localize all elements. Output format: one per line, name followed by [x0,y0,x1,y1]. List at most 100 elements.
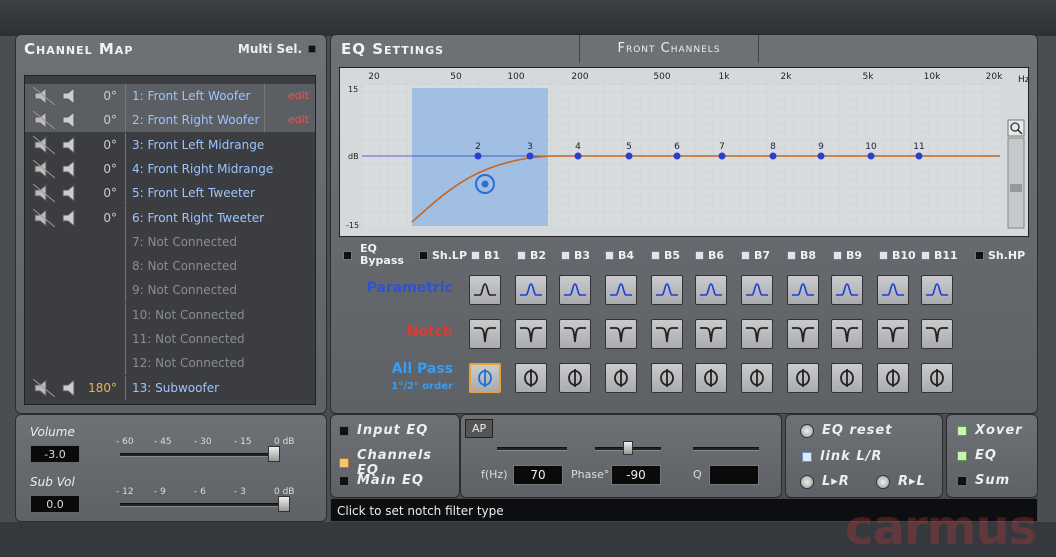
notch-filter-button[interactable] [559,319,591,349]
fhz-slider[interactable] [497,447,567,451]
parametric-filter-button[interactable] [651,275,683,305]
channel-phase[interactable]: 0° [83,113,123,127]
channel-row[interactable]: 0° 1: Front Left Woofer edit [25,84,315,108]
channel-row[interactable]: 0° 6: Front Right Tweeter [25,205,315,230]
channel-name[interactable]: 8: Not Connected [125,254,237,279]
band-handle[interactable] [915,152,923,160]
band-handle[interactable] [574,152,582,160]
band-toggle-b1[interactable]: B1 [471,249,500,262]
band-handle[interactable] [769,152,777,160]
speaker-icon[interactable] [61,111,83,130]
notch-filter-button[interactable] [921,319,953,349]
channel-name[interactable]: 2: Front Right Woofer [125,108,259,133]
volume-slider[interactable] [120,453,280,457]
channel-name[interactable]: 12: Not Connected [125,351,245,376]
speaker-icon[interactable] [61,378,83,397]
sub-volume-slider[interactable] [120,503,290,507]
band-toggle-b6[interactable]: B6 [695,249,724,262]
channel-name[interactable]: 4: Front Right Midrange [125,156,273,181]
channel-row[interactable]: 180° 13: Subwoofer [25,375,315,400]
band-toggle-b10[interactable]: B10 [879,249,916,262]
sum-toggle[interactable]: Sum [957,473,1010,488]
channel-phase[interactable]: 0° [83,138,123,152]
notch-filter-button[interactable] [651,319,683,349]
mute-speaker-icon[interactable] [32,208,56,227]
mute-speaker-icon[interactable] [32,135,56,154]
parametric-filter-button[interactable] [605,275,637,305]
channel-name[interactable]: 7: Not Connected [125,229,237,254]
band-handle[interactable] [526,152,534,160]
parametric-filter-button[interactable] [877,275,909,305]
parametric-filter-button[interactable] [831,275,863,305]
channel-name[interactable]: 10: Not Connected [125,302,245,327]
phase-field[interactable]: -90 [611,465,661,485]
graph-scrollbar[interactable] [1007,137,1025,229]
parametric-filter-button[interactable] [469,275,501,305]
parametric-filter-button[interactable] [559,275,591,305]
main-eq-option[interactable]: Main EQ [339,473,424,488]
channel-row[interactable]: 0° 5: Front Left Tweeter [25,181,315,206]
band-toggle-b11[interactable]: B11 [921,249,958,262]
allpass-filter-button[interactable] [469,363,501,393]
band-handle[interactable] [718,152,726,160]
channel-phase[interactable]: 0° [83,211,123,225]
band-handle[interactable] [867,152,875,160]
eq-graph[interactable]: 20 50 100 200 500 1k 2k 5k 10k 20k Hz 15 dB -15 2 3 4 5 6 7… [339,67,1030,237]
channel-row[interactable]: 12: Not Connected [25,351,315,376]
eq-toggle[interactable]: EQ [957,448,997,463]
graph-scrollbar-thumb[interactable] [1010,184,1022,192]
volume-value[interactable]: -3.0 [30,445,80,463]
phase-slider-knob[interactable] [623,441,633,455]
band-toggle-b7[interactable]: B7 [741,249,770,262]
sub-volume-value[interactable]: 0.0 [30,495,80,513]
speaker-icon[interactable] [61,208,83,227]
mute-speaker-icon[interactable] [32,86,56,106]
notch-filter-button[interactable] [787,319,819,349]
mute-speaker-icon[interactable] [32,110,56,130]
band-toggle-b5[interactable]: B5 [651,249,680,262]
allpass-filter-button[interactable] [559,363,591,393]
parametric-filter-button[interactable] [515,275,547,305]
allpass-filter-button[interactable] [787,363,819,393]
input-eq-option[interactable]: Input EQ [339,423,428,438]
channel-name[interactable]: 1: Front Left Woofer [125,84,250,108]
speaker-icon[interactable] [61,184,83,203]
channel-row[interactable]: 0° 4: Front Right Midrange [25,156,315,181]
band-toggle-b9[interactable]: B9 [833,249,862,262]
channel-row[interactable]: 0° 3: Front Left Midrange [25,132,315,157]
channel-phase[interactable]: 180° [83,381,123,395]
shelf-lowpass-toggle[interactable]: Sh.LP [419,249,467,262]
q-field[interactable] [709,465,759,485]
band-toggle-b8[interactable]: B8 [787,249,816,262]
shelf-highpass-toggle[interactable]: Sh.HP [975,249,1025,262]
band-handle[interactable] [817,152,825,160]
link-lr-toggle[interactable]: link L/R [802,449,882,464]
band-toggle-b4[interactable]: B4 [605,249,634,262]
channel-phase[interactable]: 0° [83,162,123,176]
parametric-filter-button[interactable] [787,275,819,305]
channel-row[interactable]: 7: Not Connected [25,229,315,254]
channel-name[interactable]: 5: Front Left Tweeter [125,181,255,206]
fhz-field[interactable]: 70 [513,465,563,485]
channel-name[interactable]: 3: Front Left Midrange [125,132,264,157]
band-toggle-b3[interactable]: B3 [561,249,590,262]
allpass-filter-button[interactable] [515,363,547,393]
sub-volume-slider-knob[interactable] [278,496,290,512]
allpass-filter-button[interactable] [605,363,637,393]
tab-front-channels[interactable]: Front Channels [579,35,759,63]
notch-filter-button[interactable] [605,319,637,349]
speaker-icon[interactable] [61,159,83,178]
eq-reset-button[interactable]: EQ reset [800,423,892,438]
allpass-filter-button[interactable] [695,363,727,393]
multi-select-toggle[interactable]: Multi Sel. [238,42,316,56]
notch-filter-button[interactable] [469,319,501,349]
allpass-filter-button[interactable] [877,363,909,393]
notch-filter-button[interactable] [741,319,773,349]
notch-filter-button[interactable] [695,319,727,349]
xover-toggle[interactable]: Xover [957,423,1023,438]
channel-row[interactable]: 11: Not Connected [25,327,315,351]
allpass-filter-button[interactable] [651,363,683,393]
parametric-filter-button[interactable] [695,275,727,305]
mute-speaker-icon[interactable] [32,183,56,203]
speaker-icon[interactable] [61,86,83,106]
